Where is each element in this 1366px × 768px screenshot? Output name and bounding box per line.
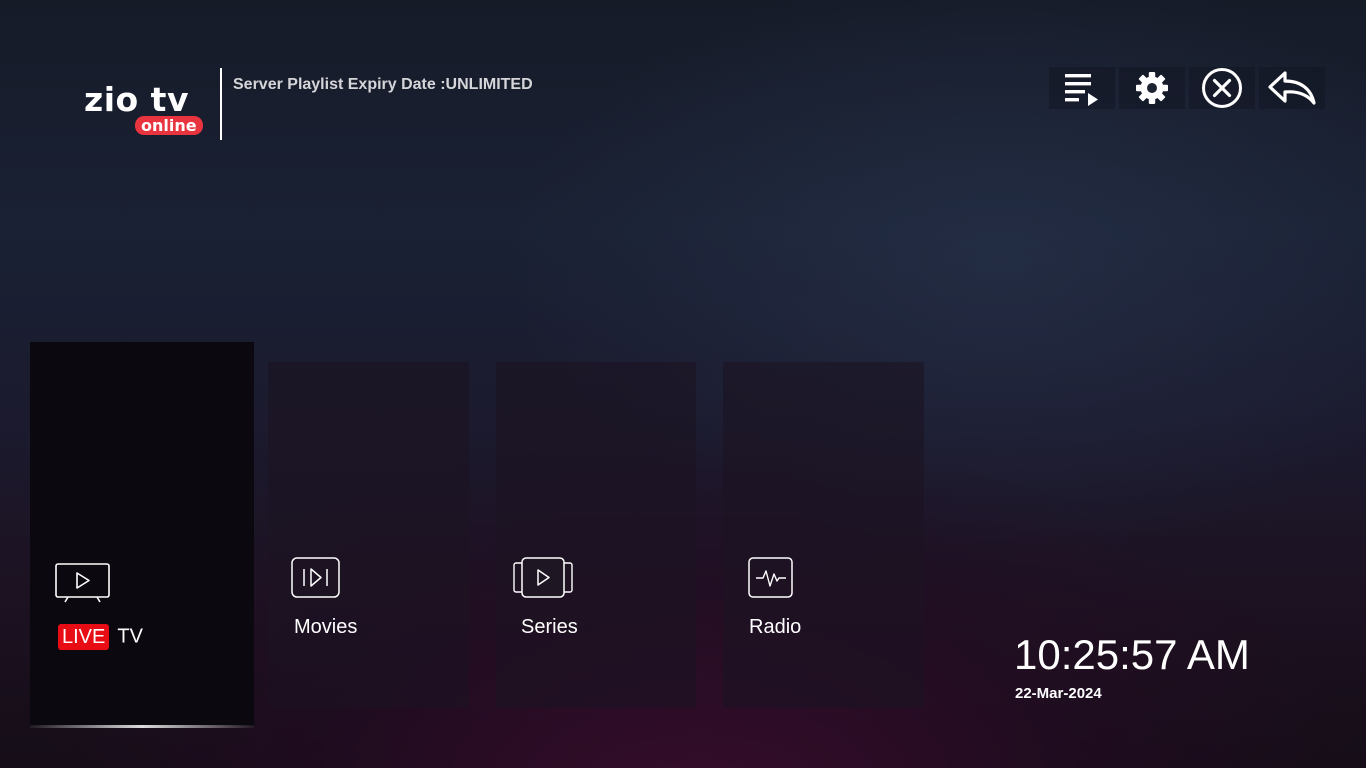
clock-time: 10:25:57 AM	[1014, 631, 1250, 678]
playlist-play-icon	[1065, 74, 1098, 106]
pulse-wave-icon	[748, 557, 793, 598]
exit-button[interactable]	[1189, 67, 1255, 109]
gear-icon	[1136, 72, 1168, 104]
series-label: Series	[521, 616, 578, 638]
live-tv-label: LIVE TV	[58, 624, 143, 650]
tile-live-tv[interactable]: LIVE TV	[30, 342, 254, 726]
tile-radio[interactable]: Radio	[723, 362, 924, 708]
movies-label: Movies	[294, 616, 358, 638]
tv-word: TV	[117, 625, 143, 648]
selected-indicator	[30, 725, 254, 728]
playlist-button[interactable]	[1049, 67, 1115, 109]
radio-label: Radio	[749, 616, 802, 638]
header-divider	[220, 68, 222, 140]
live-badge: LIVE	[58, 624, 110, 650]
expiry-text: Server Playlist Expiry Date :UNLIMITED	[233, 76, 533, 93]
logo-badge: online	[135, 116, 203, 135]
stacked-play-icon	[513, 557, 573, 598]
clock-date: 22-Mar-2024	[1015, 685, 1102, 702]
back-button[interactable]	[1259, 67, 1325, 109]
reply-arrow-icon	[1268, 71, 1316, 105]
tile-movies[interactable]: Movies	[268, 362, 469, 708]
app-logo: zio tv online	[84, 80, 212, 140]
tv-play-icon	[55, 563, 110, 603]
top-toolbar	[1049, 67, 1325, 109]
close-circle-icon	[1202, 68, 1242, 108]
logo-text: zio tv	[84, 80, 189, 119]
tile-series[interactable]: Series	[496, 362, 696, 708]
skip-play-icon	[291, 557, 340, 598]
settings-button[interactable]	[1119, 67, 1185, 109]
